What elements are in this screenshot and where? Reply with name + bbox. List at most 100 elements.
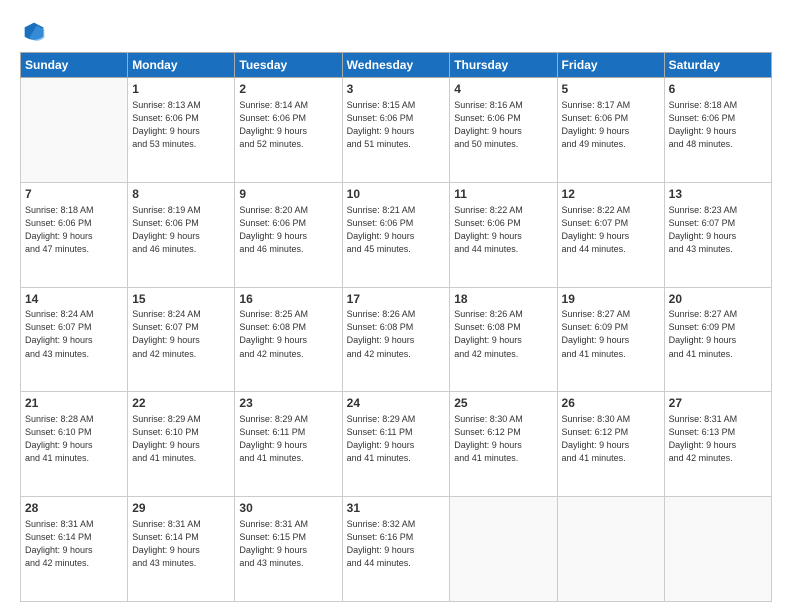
calendar-cell: 26Sunrise: 8:30 AM Sunset: 6:12 PM Dayli…	[557, 392, 664, 497]
day-number: 21	[25, 395, 123, 412]
calendar-cell	[21, 78, 128, 183]
calendar-header-sunday: Sunday	[21, 53, 128, 78]
day-number: 1	[132, 81, 230, 98]
day-number: 23	[239, 395, 337, 412]
day-number: 11	[454, 186, 552, 203]
day-info: Sunrise: 8:24 AM Sunset: 6:07 PM Dayligh…	[132, 308, 230, 360]
day-info: Sunrise: 8:18 AM Sunset: 6:06 PM Dayligh…	[25, 204, 123, 256]
day-info: Sunrise: 8:31 AM Sunset: 6:15 PM Dayligh…	[239, 518, 337, 570]
calendar-cell: 17Sunrise: 8:26 AM Sunset: 6:08 PM Dayli…	[342, 287, 450, 392]
day-info: Sunrise: 8:19 AM Sunset: 6:06 PM Dayligh…	[132, 204, 230, 256]
calendar-cell: 8Sunrise: 8:19 AM Sunset: 6:06 PM Daylig…	[128, 182, 235, 287]
calendar-cell: 13Sunrise: 8:23 AM Sunset: 6:07 PM Dayli…	[664, 182, 771, 287]
day-number: 5	[562, 81, 660, 98]
day-number: 15	[132, 291, 230, 308]
calendar-cell: 1Sunrise: 8:13 AM Sunset: 6:06 PM Daylig…	[128, 78, 235, 183]
day-number: 31	[347, 500, 446, 517]
calendar-header-monday: Monday	[128, 53, 235, 78]
calendar-cell: 25Sunrise: 8:30 AM Sunset: 6:12 PM Dayli…	[450, 392, 557, 497]
day-info: Sunrise: 8:27 AM Sunset: 6:09 PM Dayligh…	[669, 308, 767, 360]
calendar-cell: 23Sunrise: 8:29 AM Sunset: 6:11 PM Dayli…	[235, 392, 342, 497]
calendar-header-tuesday: Tuesday	[235, 53, 342, 78]
day-info: Sunrise: 8:31 AM Sunset: 6:13 PM Dayligh…	[669, 413, 767, 465]
day-info: Sunrise: 8:17 AM Sunset: 6:06 PM Dayligh…	[562, 99, 660, 151]
calendar-cell: 12Sunrise: 8:22 AM Sunset: 6:07 PM Dayli…	[557, 182, 664, 287]
day-info: Sunrise: 8:21 AM Sunset: 6:06 PM Dayligh…	[347, 204, 446, 256]
calendar-cell: 6Sunrise: 8:18 AM Sunset: 6:06 PM Daylig…	[664, 78, 771, 183]
calendar-cell: 7Sunrise: 8:18 AM Sunset: 6:06 PM Daylig…	[21, 182, 128, 287]
day-number: 20	[669, 291, 767, 308]
calendar-cell	[450, 497, 557, 602]
calendar-cell: 20Sunrise: 8:27 AM Sunset: 6:09 PM Dayli…	[664, 287, 771, 392]
day-info: Sunrise: 8:29 AM Sunset: 6:11 PM Dayligh…	[239, 413, 337, 465]
calendar-cell: 29Sunrise: 8:31 AM Sunset: 6:14 PM Dayli…	[128, 497, 235, 602]
calendar-header-thursday: Thursday	[450, 53, 557, 78]
day-info: Sunrise: 8:26 AM Sunset: 6:08 PM Dayligh…	[347, 308, 446, 360]
calendar-cell: 11Sunrise: 8:22 AM Sunset: 6:06 PM Dayli…	[450, 182, 557, 287]
calendar-cell: 15Sunrise: 8:24 AM Sunset: 6:07 PM Dayli…	[128, 287, 235, 392]
calendar-cell: 14Sunrise: 8:24 AM Sunset: 6:07 PM Dayli…	[21, 287, 128, 392]
logo	[20, 18, 52, 46]
calendar-cell: 16Sunrise: 8:25 AM Sunset: 6:08 PM Dayli…	[235, 287, 342, 392]
calendar-page: SundayMondayTuesdayWednesdayThursdayFrid…	[0, 0, 792, 612]
day-info: Sunrise: 8:30 AM Sunset: 6:12 PM Dayligh…	[562, 413, 660, 465]
calendar-cell: 30Sunrise: 8:31 AM Sunset: 6:15 PM Dayli…	[235, 497, 342, 602]
calendar-cell	[557, 497, 664, 602]
day-number: 24	[347, 395, 446, 412]
day-number: 27	[669, 395, 767, 412]
calendar-cell: 31Sunrise: 8:32 AM Sunset: 6:16 PM Dayli…	[342, 497, 450, 602]
day-number: 10	[347, 186, 446, 203]
day-info: Sunrise: 8:30 AM Sunset: 6:12 PM Dayligh…	[454, 413, 552, 465]
day-info: Sunrise: 8:22 AM Sunset: 6:07 PM Dayligh…	[562, 204, 660, 256]
calendar-week-3: 14 Sunrise: 8:24 AM Sunset: 6:07 PM Dayli…	[21, 287, 772, 392]
day-number: 16	[239, 291, 337, 308]
day-number: 14	[25, 291, 123, 308]
day-number: 3	[347, 81, 446, 98]
day-info: Sunrise: 8:18 AM Sunset: 6:06 PM Dayligh…	[669, 99, 767, 151]
day-info: Sunrise: 8:25 AM Sunset: 6:08 PM Dayligh…	[239, 308, 337, 360]
calendar-week-1: 1Sunrise: 8:13 AM Sunset: 6:06 PM Daylig…	[21, 78, 772, 183]
day-info: Sunrise: 8:31 AM Sunset: 6:14 PM Dayligh…	[25, 518, 123, 570]
day-number: 18	[454, 291, 552, 308]
day-info: Sunrise: 8:23 AM Sunset: 6:07 PM Dayligh…	[669, 204, 767, 256]
day-number: 22	[132, 395, 230, 412]
logo-icon	[20, 18, 48, 46]
calendar-cell: 2Sunrise: 8:14 AM Sunset: 6:06 PM Daylig…	[235, 78, 342, 183]
day-info: Sunrise: 8:13 AM Sunset: 6:06 PM Dayligh…	[132, 99, 230, 151]
calendar-header-row: SundayMondayTuesdayWednesdayThursdayFrid…	[21, 53, 772, 78]
calendar-header-friday: Friday	[557, 53, 664, 78]
calendar-cell: 22Sunrise: 8:29 AM Sunset: 6:10 PM Dayli…	[128, 392, 235, 497]
day-info: Sunrise: 8:27 AM Sunset: 6:09 PM Dayligh…	[562, 308, 660, 360]
day-number: 13	[669, 186, 767, 203]
calendar-cell: 18Sunrise: 8:26 AM Sunset: 6:08 PM Dayli…	[450, 287, 557, 392]
calendar-cell: 10Sunrise: 8:21 AM Sunset: 6:06 PM Dayli…	[342, 182, 450, 287]
calendar-week-5: 28Sunrise: 8:31 AM Sunset: 6:14 PM Dayli…	[21, 497, 772, 602]
day-info: Sunrise: 8:22 AM Sunset: 6:06 PM Dayligh…	[454, 204, 552, 256]
calendar-cell: 24Sunrise: 8:29 AM Sunset: 6:11 PM Dayli…	[342, 392, 450, 497]
day-info: Sunrise: 8:20 AM Sunset: 6:06 PM Dayligh…	[239, 204, 337, 256]
day-info: Sunrise: 8:14 AM Sunset: 6:06 PM Dayligh…	[239, 99, 337, 151]
day-number: 28	[25, 500, 123, 517]
header	[20, 18, 772, 46]
calendar-cell: 5Sunrise: 8:17 AM Sunset: 6:06 PM Daylig…	[557, 78, 664, 183]
day-number: 17	[347, 291, 446, 308]
calendar-cell: 3Sunrise: 8:15 AM Sunset: 6:06 PM Daylig…	[342, 78, 450, 183]
day-info: Sunrise: 8:29 AM Sunset: 6:11 PM Dayligh…	[347, 413, 446, 465]
day-number: 29	[132, 500, 230, 517]
calendar-cell: 21Sunrise: 8:28 AM Sunset: 6:10 PM Dayli…	[21, 392, 128, 497]
day-info: Sunrise: 8:29 AM Sunset: 6:10 PM Dayligh…	[132, 413, 230, 465]
day-number: 8	[132, 186, 230, 203]
day-info: Sunrise: 8:16 AM Sunset: 6:06 PM Dayligh…	[454, 99, 552, 151]
day-number: 6	[669, 81, 767, 98]
calendar-cell: 28Sunrise: 8:31 AM Sunset: 6:14 PM Dayli…	[21, 497, 128, 602]
day-number: 4	[454, 81, 552, 98]
day-number: 12	[562, 186, 660, 203]
day-number: 19	[562, 291, 660, 308]
day-info: Sunrise: 8:28 AM Sunset: 6:10 PM Dayligh…	[25, 413, 123, 465]
calendar-week-4: 21Sunrise: 8:28 AM Sunset: 6:10 PM Dayli…	[21, 392, 772, 497]
day-info: Sunrise: 8:15 AM Sunset: 6:06 PM Dayligh…	[347, 99, 446, 151]
day-info: Sunrise: 8:31 AM Sunset: 6:14 PM Dayligh…	[132, 518, 230, 570]
day-info: Sunrise: 8:26 AM Sunset: 6:08 PM Dayligh…	[454, 308, 552, 360]
calendar-cell: 4Sunrise: 8:16 AM Sunset: 6:06 PM Daylig…	[450, 78, 557, 183]
calendar-cell	[664, 497, 771, 602]
